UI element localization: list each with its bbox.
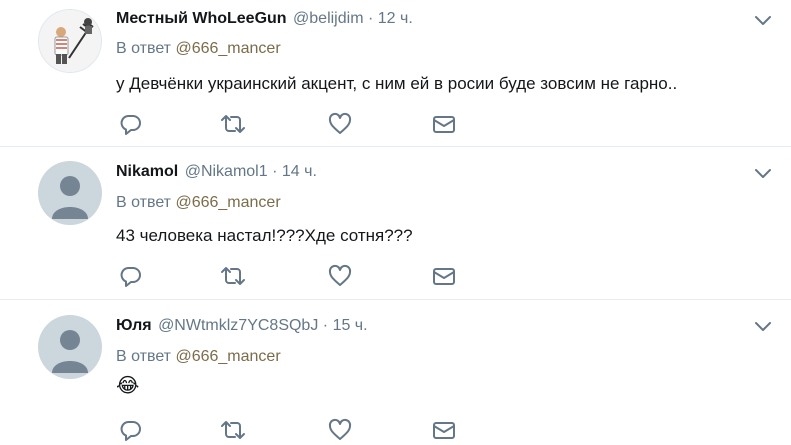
default-avatar[interactable] xyxy=(38,315,102,379)
tweet-header: Nikamol @Nikamol1 · 14 ч. xyxy=(116,161,317,183)
reply-icon[interactable] xyxy=(118,418,144,442)
chevron-down-icon[interactable] xyxy=(753,320,773,334)
avatar-image xyxy=(39,10,101,72)
tweet-actions xyxy=(116,418,476,442)
timestamp[interactable]: 14 ч. xyxy=(282,163,317,180)
heart-icon[interactable] xyxy=(327,112,353,136)
tweet-actions xyxy=(116,264,476,288)
heart-icon[interactable] xyxy=(327,418,353,442)
chevron-down-icon[interactable] xyxy=(753,14,773,28)
reply-icon[interactable] xyxy=(118,112,144,136)
envelope-icon[interactable] xyxy=(431,112,457,136)
envelope-icon[interactable] xyxy=(431,264,457,288)
display-name[interactable]: Юля xyxy=(116,317,152,334)
username[interactable]: @NWtmklz7YC8SQbJ xyxy=(158,317,318,334)
retweet-icon[interactable] xyxy=(220,418,246,442)
reply-context: В ответ @666_mancer xyxy=(116,346,281,368)
tweet-actions xyxy=(116,112,476,136)
reply-prefix: В ответ xyxy=(116,348,172,365)
reply-context: В ответ @666_mancer xyxy=(116,38,281,60)
default-profile-icon xyxy=(52,330,88,373)
display-name[interactable]: Местный WhoLeeGun xyxy=(116,10,287,27)
reply-feed: Местный WhoLeeGun @belijdim · 12 ч. В от… xyxy=(0,0,791,445)
tweet-text: 😂 xyxy=(116,375,140,397)
tweet-header: Местный WhoLeeGun @belijdim · 12 ч. xyxy=(116,8,413,30)
envelope-icon[interactable] xyxy=(431,418,457,442)
timestamp[interactable]: 15 ч. xyxy=(333,317,368,334)
timestamp[interactable]: 12 ч. xyxy=(378,10,413,27)
default-profile-icon xyxy=(52,176,88,219)
chevron-down-icon[interactable] xyxy=(753,167,773,181)
username[interactable]: @Nikamol1 xyxy=(185,163,268,180)
username[interactable]: @belijdim xyxy=(293,10,363,27)
separator: · xyxy=(322,317,329,334)
reply-mention-link[interactable]: @666_mancer xyxy=(175,40,280,57)
reply-icon[interactable] xyxy=(118,264,144,288)
reply-context: В ответ @666_mancer xyxy=(116,192,281,214)
reply-prefix: В ответ xyxy=(116,40,172,57)
separator: · xyxy=(272,163,278,180)
separator: · xyxy=(367,10,374,27)
display-name[interactable]: Nikamol xyxy=(116,163,178,180)
reply-mention-link[interactable]: @666_mancer xyxy=(175,194,280,211)
tweet[interactable]: Nikamol @Nikamol1 · 14 ч. В ответ @666_m… xyxy=(0,147,791,300)
retweet-icon[interactable] xyxy=(220,264,246,288)
tweet-text: 43 человека настал!???Хде сотня??? xyxy=(116,226,413,245)
avatar[interactable] xyxy=(38,9,102,73)
reply-prefix: В ответ xyxy=(116,194,172,211)
reply-mention-link[interactable]: @666_mancer xyxy=(175,348,280,365)
default-avatar[interactable] xyxy=(38,161,102,225)
retweet-icon[interactable] xyxy=(220,112,246,136)
tweet[interactable]: Местный WhoLeeGun @belijdim · 12 ч. В от… xyxy=(0,0,791,147)
tweet[interactable]: Юля @NWtmklz7YC8SQbJ · 15 ч. В ответ @66… xyxy=(0,300,791,445)
tweet-text: у Девчёнки украинский акцент, с ним ей в… xyxy=(116,74,678,93)
heart-icon[interactable] xyxy=(327,264,353,288)
tweet-header: Юля @NWtmklz7YC8SQbJ · 15 ч. xyxy=(116,315,368,337)
